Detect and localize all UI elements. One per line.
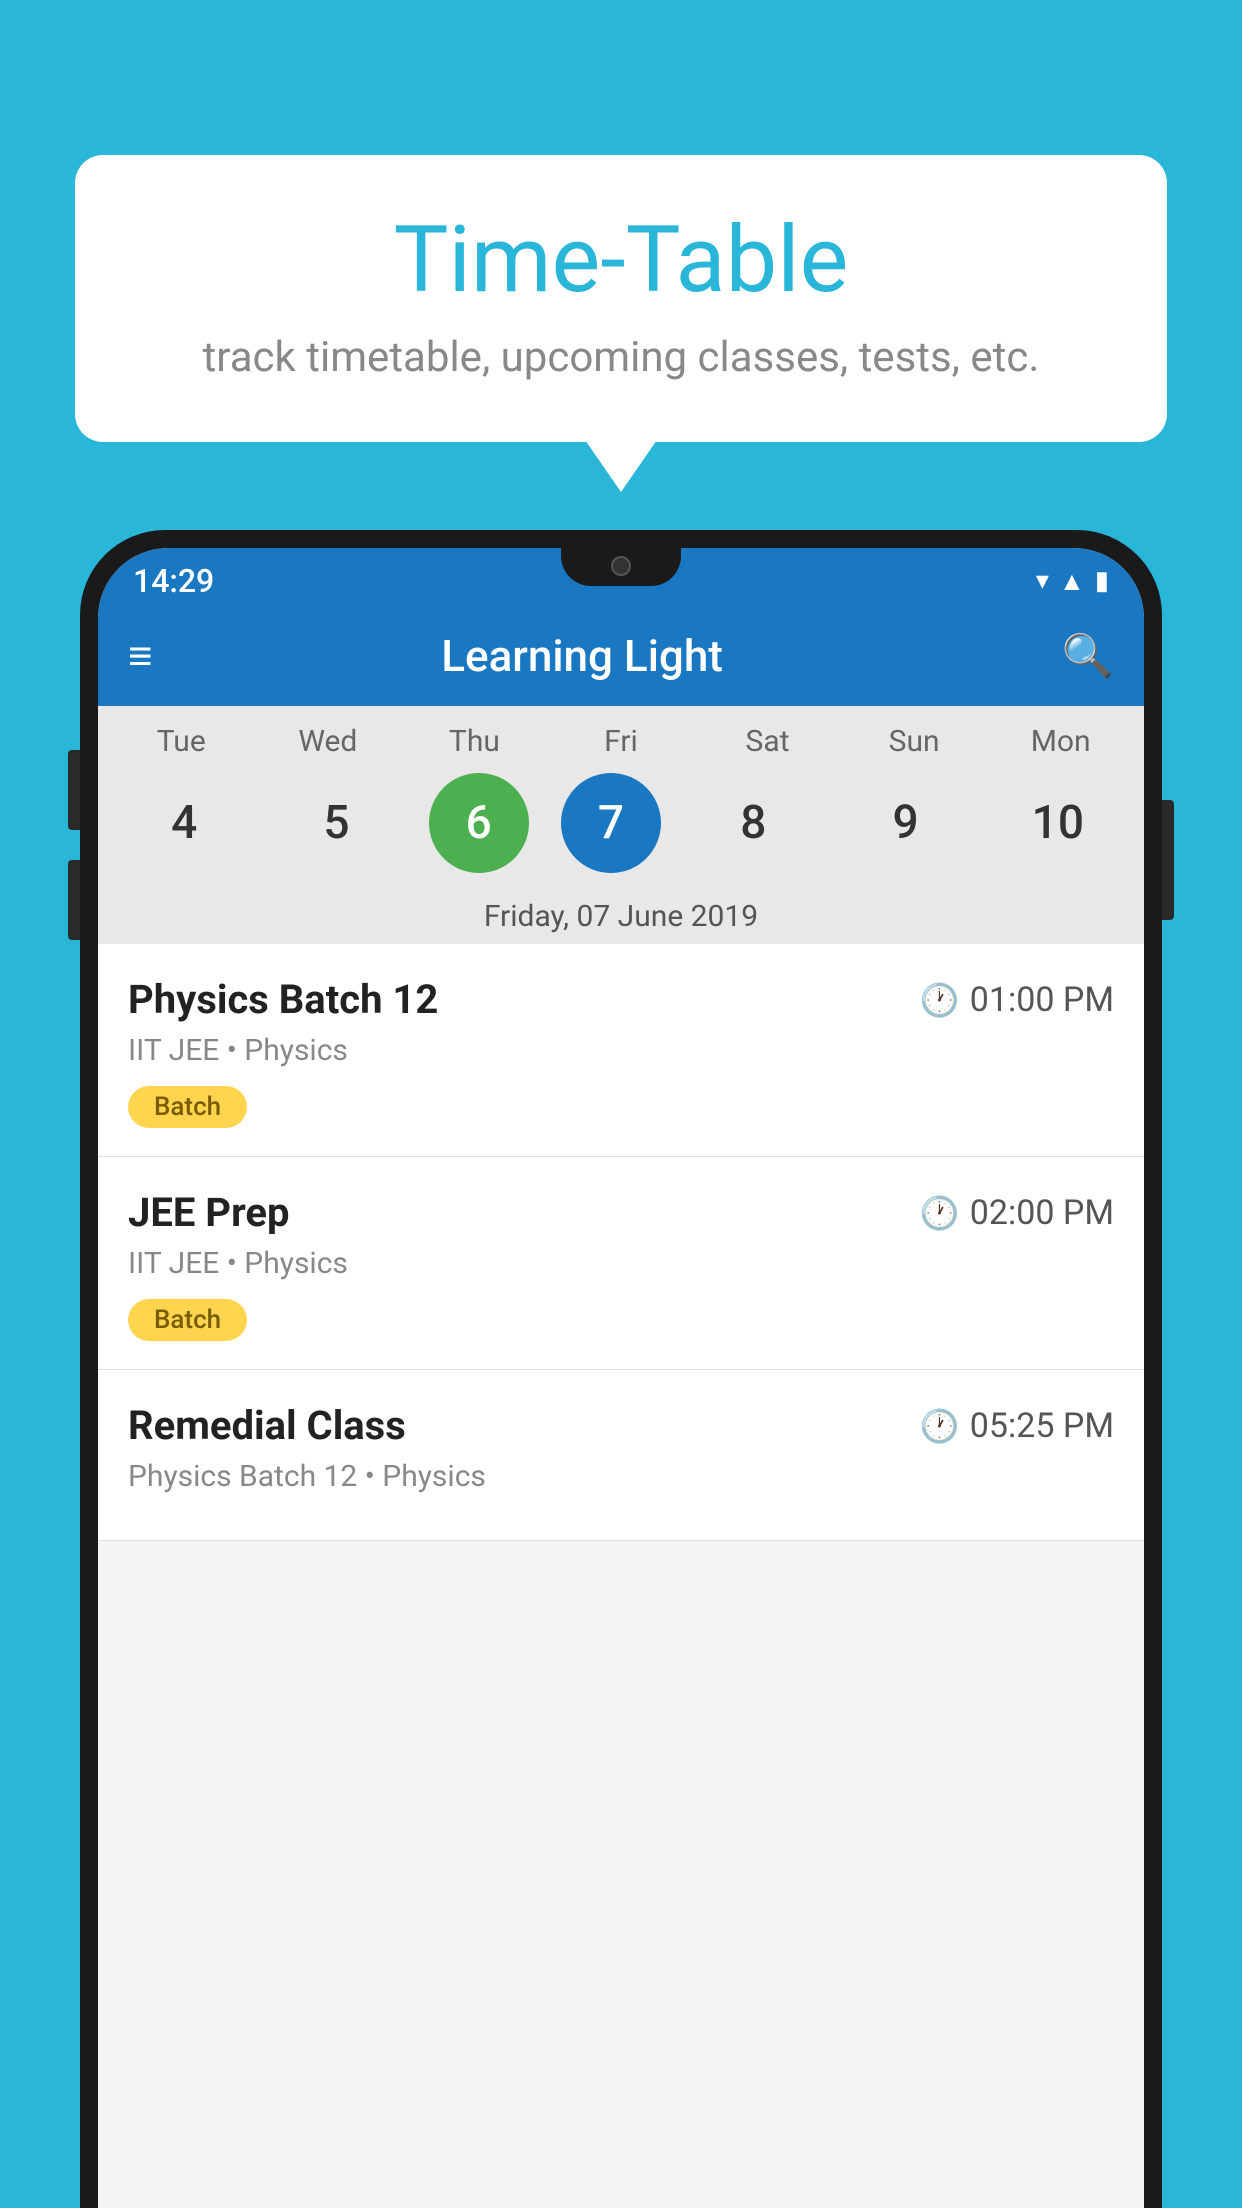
power-button	[1162, 800, 1174, 920]
item-time-2: 🕐 02:00 PM	[920, 1193, 1114, 1233]
phone-mockup: 14:29 ▾ ▲ ▮ ≡ Learning Light 🔍 Tue Wed T…	[80, 530, 1162, 2208]
phone-frame: 14:29 ▾ ▲ ▮ ≡ Learning Light 🔍 Tue Wed T…	[80, 530, 1162, 2208]
app-toolbar: ≡ Learning Light 🔍	[98, 606, 1144, 706]
day-7-selected[interactable]: 7	[561, 773, 661, 873]
day-labels: Tue Wed Thu Fri Sat Sun Mon	[108, 724, 1134, 759]
schedule-item-3[interactable]: Remedial Class 🕐 05:25 PM Physics Batch …	[98, 1370, 1144, 1541]
battery-icon: ▮	[1095, 566, 1109, 596]
schedule-item-2[interactable]: JEE Prep 🕐 02:00 PM IIT JEE • Physics Ba…	[98, 1157, 1144, 1370]
item-title-3: Remedial Class	[128, 1402, 406, 1449]
volume-down-button	[68, 860, 80, 940]
clock-icon-1: 🕐	[920, 981, 960, 1019]
day-label-sat: Sat	[708, 724, 828, 759]
item-subtitle-3: Physics Batch 12 • Physics	[128, 1459, 1114, 1494]
status-time: 14:29	[133, 562, 214, 600]
day-8[interactable]: 8	[693, 773, 813, 873]
day-9[interactable]: 9	[846, 773, 966, 873]
batch-badge-1: Batch	[128, 1086, 247, 1128]
item-header-3: Remedial Class 🕐 05:25 PM	[128, 1402, 1114, 1449]
day-label-mon: Mon	[1001, 724, 1121, 759]
day-4[interactable]: 4	[124, 773, 244, 873]
item-header-1: Physics Batch 12 🕐 01:00 PM	[128, 976, 1114, 1023]
search-icon[interactable]: 🔍	[1062, 632, 1114, 681]
item-time-3: 🕐 05:25 PM	[920, 1406, 1114, 1446]
phone-notch	[561, 548, 681, 586]
menu-icon[interactable]: ≡	[128, 632, 153, 681]
item-header-2: JEE Prep 🕐 02:00 PM	[128, 1189, 1114, 1236]
speech-bubble: Time-Table track timetable, upcoming cla…	[75, 155, 1167, 442]
bubble-title: Time-Table	[135, 210, 1107, 311]
schedule-item-1[interactable]: Physics Batch 12 🕐 01:00 PM IIT JEE • Ph…	[98, 944, 1144, 1157]
phone-screen: 14:29 ▾ ▲ ▮ ≡ Learning Light 🔍 Tue Wed T…	[98, 548, 1144, 2208]
item-title-1: Physics Batch 12	[128, 976, 438, 1023]
calendar-strip: Tue Wed Thu Fri Sat Sun Mon 4 5 6 7 8 9 …	[98, 706, 1144, 885]
clock-icon-2: 🕐	[920, 1194, 960, 1232]
item-title-2: JEE Prep	[128, 1189, 289, 1236]
day-numbers: 4 5 6 7 8 9 10	[108, 773, 1134, 873]
selected-date-label: Friday, 07 June 2019	[98, 885, 1144, 944]
day-10[interactable]: 10	[998, 773, 1118, 873]
item-subtitle-1: IIT JEE • Physics	[128, 1033, 1114, 1068]
item-subtitle-2: IIT JEE • Physics	[128, 1246, 1114, 1281]
day-label-thu: Thu	[414, 724, 534, 759]
day-label-fri: Fri	[561, 724, 681, 759]
day-label-wed: Wed	[268, 724, 388, 759]
item-time-1: 🕐 01:00 PM	[920, 980, 1114, 1020]
camera	[611, 556, 631, 576]
batch-badge-2: Batch	[128, 1299, 247, 1341]
toolbar-title: Learning Light	[183, 630, 982, 682]
day-label-sun: Sun	[854, 724, 974, 759]
schedule-list: Physics Batch 12 🕐 01:00 PM IIT JEE • Ph…	[98, 944, 1144, 1541]
day-5[interactable]: 5	[276, 773, 396, 873]
volume-up-button	[68, 750, 80, 830]
day-label-tue: Tue	[121, 724, 241, 759]
bubble-subtitle: track timetable, upcoming classes, tests…	[135, 333, 1107, 382]
status-icons: ▾ ▲ ▮	[1036, 566, 1109, 597]
wifi-icon: ▾	[1036, 566, 1049, 596]
day-6-today[interactable]: 6	[429, 773, 529, 873]
clock-icon-3: 🕐	[920, 1407, 960, 1445]
signal-icon: ▲	[1059, 566, 1085, 597]
